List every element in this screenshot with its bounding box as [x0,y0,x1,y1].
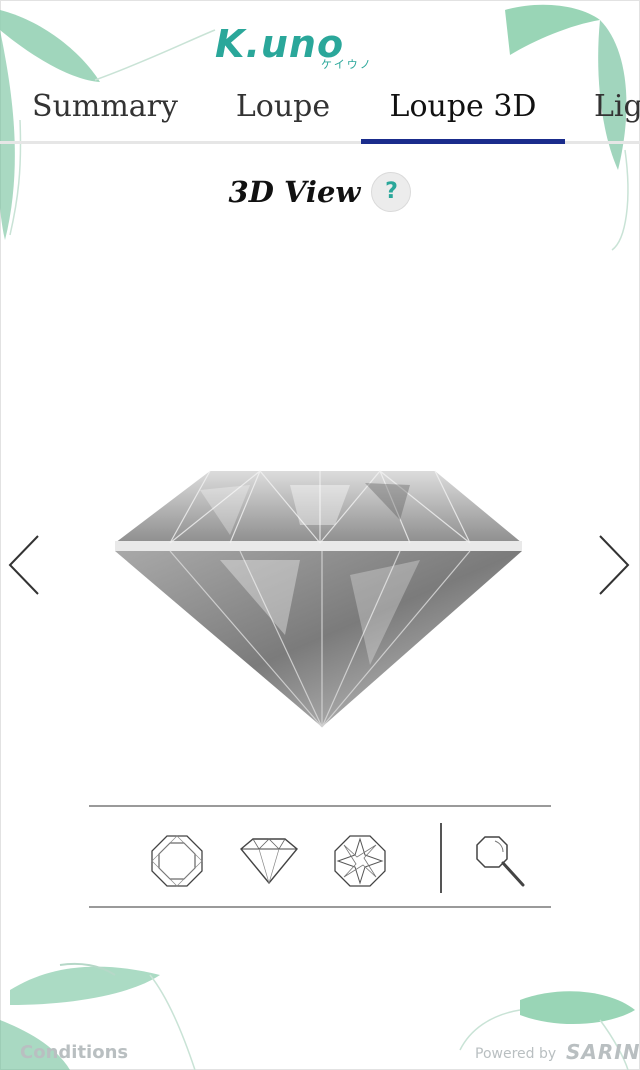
active-tab-indicator [361,139,565,144]
tab-light[interactable]: Lig [594,82,640,141]
diamond-3d-view[interactable] [110,465,530,735]
tab-loupe[interactable]: Loupe [234,82,332,141]
view-toolbar [89,805,551,908]
tab-bar: Summary Loupe Loupe 3D Lig [0,82,640,144]
view-title: 3D View [228,175,361,209]
view-header: 3D View ? [0,172,640,216]
conditions-link[interactable]: Conditions [20,1042,128,1063]
sarine-logo[interactable]: SARINE [566,1040,640,1064]
star-bottom-view-icon[interactable] [330,831,390,891]
tab-summary[interactable]: Summary [32,82,178,141]
logo-subtitle: ケイウノ [321,58,373,71]
help-button[interactable]: ? [371,172,412,212]
toolbar-divider [440,823,442,893]
brand-logo[interactable]: K.uno ケイウノ [215,22,375,74]
octagon-top-view-icon[interactable] [147,831,207,891]
powered-by-label: Powered by [475,1046,557,1062]
tab-loupe-3d[interactable]: Loupe 3D [388,82,538,141]
magnifier-icon[interactable] [469,831,529,891]
diamond-side-view-icon[interactable] [239,831,299,891]
chevron-left-icon[interactable] [4,530,44,600]
chevron-right-icon[interactable] [594,530,634,600]
